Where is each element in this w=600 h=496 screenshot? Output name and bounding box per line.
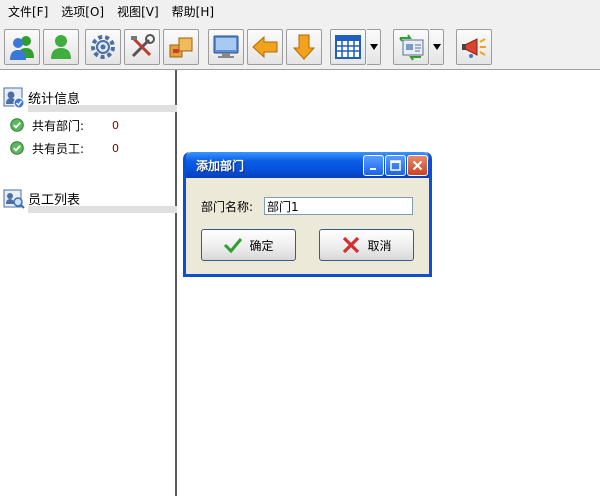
check-circle-icon: [10, 141, 24, 155]
stat-label: 共有部门:: [32, 118, 85, 133]
menu-file[interactable]: 文件[F]: [4, 0, 52, 24]
dialog-title: 添加部门: [196, 159, 245, 173]
check-circle-icon: [10, 118, 24, 132]
transfer-button[interactable]: [393, 29, 429, 65]
monitor-icon: [213, 35, 239, 58]
transfer-dropdown[interactable]: [430, 29, 444, 65]
stats-section-header[interactable]: 统计信息: [0, 84, 177, 118]
users-button[interactable]: [4, 29, 40, 65]
minimize-button[interactable]: [363, 155, 384, 176]
download-button[interactable]: [286, 29, 322, 65]
cancel-button[interactable]: 取消: [319, 229, 414, 261]
close-button[interactable]: [407, 155, 428, 176]
left-panel: 统计信息 共有部门: 0 共有员工: 0 员工列表: [0, 70, 177, 496]
employees-section-bar: [28, 206, 177, 213]
arrow-down-icon: [292, 34, 316, 60]
minimize-icon: [370, 168, 376, 170]
stat-label: 共有员工:: [32, 141, 85, 156]
user-search-icon: [3, 189, 25, 209]
employees-section-header[interactable]: 员工列表: [0, 185, 177, 219]
menu-options[interactable]: 选项[O]: [57, 0, 108, 24]
toolbar: [0, 24, 600, 70]
stat-employees: 共有员工: 0: [10, 138, 175, 158]
announce-button[interactable]: [456, 29, 492, 65]
menu-help[interactable]: 帮助[H]: [168, 0, 218, 24]
arrow-left-icon: [252, 35, 278, 59]
inventory-button[interactable]: [163, 29, 199, 65]
check-icon: [224, 238, 243, 254]
stat-departments: 共有部门: 0: [10, 115, 175, 135]
dialog-titlebar[interactable]: 添加部门: [186, 152, 429, 178]
megaphone-icon: [462, 38, 486, 58]
card-swap-icon: [399, 34, 424, 61]
tools-icon: [131, 34, 155, 58]
stat-value: 0: [112, 141, 119, 155]
chevron-down-icon: [369, 44, 378, 50]
calendar-button[interactable]: [330, 29, 366, 65]
back-button[interactable]: [247, 29, 283, 65]
boxes-icon: [169, 37, 193, 58]
display-button[interactable]: [208, 29, 244, 65]
department-name-label: 部门名称:: [201, 200, 254, 214]
close-icon: [412, 160, 423, 171]
add-department-dialog: 添加部门 部门名称: 确定 取消: [183, 152, 432, 277]
stat-value: 0: [112, 118, 119, 132]
stats-section-bar: [28, 105, 177, 112]
cancel-button-label: 取消: [367, 238, 392, 253]
ok-button[interactable]: 确定: [201, 229, 296, 261]
calendar-dropdown[interactable]: [367, 29, 381, 65]
chevron-down-icon: [432, 44, 441, 50]
gear-icon: [91, 35, 115, 59]
menu-bar: 文件[F] 选项[O] 视图[V] 帮助[H]: [0, 0, 600, 24]
maximize-button[interactable]: [385, 155, 406, 176]
maximize-icon: [390, 160, 401, 171]
cancel-x-icon: [343, 236, 360, 254]
tools-button[interactable]: [124, 29, 160, 65]
menu-view[interactable]: 视图[V]: [113, 0, 163, 24]
user-stats-icon: [3, 87, 25, 109]
ok-button-label: 确定: [249, 238, 274, 253]
users-icon: [10, 36, 34, 60]
user-button[interactable]: [43, 29, 79, 65]
settings-button[interactable]: [85, 29, 121, 65]
calendar-grid-icon: [335, 35, 361, 59]
department-name-input[interactable]: [264, 197, 413, 215]
user-icon: [51, 35, 71, 59]
